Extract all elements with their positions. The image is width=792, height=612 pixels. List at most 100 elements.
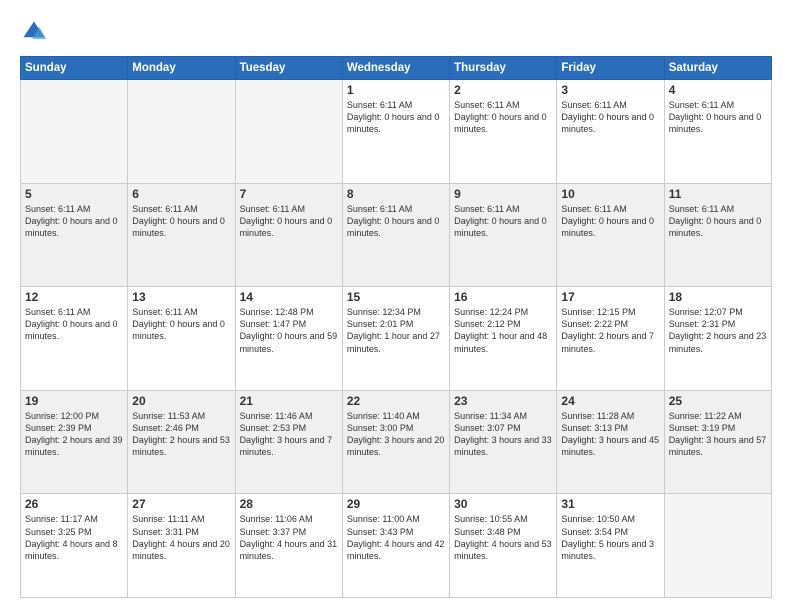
day-info: Sunset: 6:11 AM Daylight: 0 hours and 0 … (132, 306, 230, 342)
day-info: Sunrise: 11:40 AM Sunset: 3:00 PM Daylig… (347, 410, 445, 459)
day-info: Sunrise: 11:22 AM Sunset: 3:19 PM Daylig… (669, 410, 767, 459)
day-info: Sunrise: 11:06 AM Sunset: 3:37 PM Daylig… (240, 513, 338, 562)
day-number: 2 (454, 83, 552, 97)
day-number: 20 (132, 394, 230, 408)
day-info: Sunrise: 11:17 AM Sunset: 3:25 PM Daylig… (25, 513, 123, 562)
day-cell (128, 80, 235, 184)
day-cell: 10 Sunset: 6:11 AM Daylight: 0 hours and … (557, 183, 664, 287)
day-cell: 14 Sunrise: 12:48 PM Sunset: 1:47 PM Dayl… (235, 287, 342, 391)
day-cell: 22 Sunrise: 11:40 AM Sunset: 3:00 PM Dayl… (342, 390, 449, 494)
day-number: 18 (669, 290, 767, 304)
day-cell: 30 Sunrise: 10:55 AM Sunset: 3:48 PM Dayl… (450, 494, 557, 598)
day-info: Sunrise: 11:53 AM Sunset: 2:46 PM Daylig… (132, 410, 230, 459)
day-cell: 8 Sunset: 6:11 AM Daylight: 0 hours and 0… (342, 183, 449, 287)
day-info: Sunrise: 11:46 AM Sunset: 2:53 PM Daylig… (240, 410, 338, 459)
day-number: 27 (132, 497, 230, 511)
week-row-4: 19Sunrise: 12:00 PM Sunset: 2:39 PM Dayl… (21, 390, 772, 494)
day-info: Sunrise: 12:48 PM Sunset: 1:47 PM Daylig… (240, 306, 338, 355)
week-row-1: 1 Sunset: 6:11 AM Daylight: 0 hours and 0… (21, 80, 772, 184)
calendar-table: SundayMondayTuesdayWednesdayThursdayFrid… (20, 56, 772, 598)
day-number: 16 (454, 290, 552, 304)
day-number: 12 (25, 290, 123, 304)
day-cell: 26 Sunrise: 11:17 AM Sunset: 3:25 PM Dayl… (21, 494, 128, 598)
day-number: 21 (240, 394, 338, 408)
weekday-header-sunday: Sunday (21, 57, 128, 80)
day-info: Sunset: 6:11 AM Daylight: 0 hours and 0 … (561, 203, 659, 239)
day-number: 28 (240, 497, 338, 511)
logo-icon (20, 18, 48, 46)
day-cell (21, 80, 128, 184)
day-number: 8 (347, 187, 445, 201)
day-info: Sunrise: 10:55 AM Sunset: 3:48 PM Daylig… (454, 513, 552, 562)
day-number: 6 (132, 187, 230, 201)
day-info: Sunset: 6:11 AM Daylight: 0 hours and 0 … (454, 99, 552, 135)
day-cell (235, 80, 342, 184)
day-cell: 29 Sunrise: 11:00 AM Sunset: 3:43 PM Dayl… (342, 494, 449, 598)
day-cell: 21 Sunrise: 11:46 AM Sunset: 2:53 PM Dayl… (235, 390, 342, 494)
day-cell: 18 Sunrise: 12:07 PM Sunset: 2:31 PM Dayl… (664, 287, 771, 391)
day-cell: 5Sunset: 6:11 AM Daylight: 0 hours and 0… (21, 183, 128, 287)
day-cell: 15 Sunrise: 12:34 PM Sunset: 2:01 PM Dayl… (342, 287, 449, 391)
day-number: 22 (347, 394, 445, 408)
day-info: Sunset: 6:11 AM Daylight: 0 hours and 0 … (669, 99, 767, 135)
day-cell (664, 494, 771, 598)
day-info: Sunset: 6:11 AM Daylight: 0 hours and 0 … (240, 203, 338, 239)
day-number: 5 (25, 187, 123, 201)
day-info: Sunrise: 11:34 AM Sunset: 3:07 PM Daylig… (454, 410, 552, 459)
header (20, 18, 772, 46)
day-number: 13 (132, 290, 230, 304)
day-info: Sunrise: 12:24 PM Sunset: 2:12 PM Daylig… (454, 306, 552, 355)
day-cell: 9Sunset: 6:11 AM Daylight: 0 hours and 0… (450, 183, 557, 287)
weekday-header-wednesday: Wednesday (342, 57, 449, 80)
day-cell: 3 Sunset: 6:11 AM Daylight: 0 hours and 0… (557, 80, 664, 184)
day-cell: 20 Sunrise: 11:53 AM Sunset: 2:46 PM Dayl… (128, 390, 235, 494)
day-number: 15 (347, 290, 445, 304)
day-cell: 19Sunrise: 12:00 PM Sunset: 2:39 PM Dayl… (21, 390, 128, 494)
day-cell: 1 Sunset: 6:11 AM Daylight: 0 hours and 0… (342, 80, 449, 184)
day-cell: 13 Sunset: 6:11 AM Daylight: 0 hours and … (128, 287, 235, 391)
day-cell: 24Sunrise: 11:28 AM Sunset: 3:13 PM Dayl… (557, 390, 664, 494)
day-number: 1 (347, 83, 445, 97)
day-cell: 23 Sunrise: 11:34 AM Sunset: 3:07 PM Dayl… (450, 390, 557, 494)
day-number: 3 (561, 83, 659, 97)
day-info: Sunrise: 12:34 PM Sunset: 2:01 PM Daylig… (347, 306, 445, 355)
day-number: 29 (347, 497, 445, 511)
day-cell: 6 Sunset: 6:11 AM Daylight: 0 hours and 0… (128, 183, 235, 287)
day-number: 14 (240, 290, 338, 304)
day-number: 26 (25, 497, 123, 511)
day-cell: 27Sunrise: 11:11 AM Sunset: 3:31 PM Dayl… (128, 494, 235, 598)
day-cell: 17 Sunrise: 12:15 PM Sunset: 2:22 PM Dayl… (557, 287, 664, 391)
day-number: 30 (454, 497, 552, 511)
logo (20, 18, 52, 46)
day-number: 25 (669, 394, 767, 408)
weekday-header-row: SundayMondayTuesdayWednesdayThursdayFrid… (21, 57, 772, 80)
day-number: 10 (561, 187, 659, 201)
day-info: Sunset: 6:11 AM Daylight: 0 hours and 0 … (347, 203, 445, 239)
day-info: Sunset: 6:11 AM Daylight: 0 hours and 0 … (347, 99, 445, 135)
day-info: Sunset: 6:11 AM Daylight: 0 hours and 0 … (561, 99, 659, 135)
day-info: Sunrise: 11:00 AM Sunset: 3:43 PM Daylig… (347, 513, 445, 562)
day-info: Sunrise: 12:07 PM Sunset: 2:31 PM Daylig… (669, 306, 767, 355)
day-cell: 7Sunset: 6:11 AM Daylight: 0 hours and 0… (235, 183, 342, 287)
day-cell: 28 Sunrise: 11:06 AM Sunset: 3:37 PM Dayl… (235, 494, 342, 598)
day-number: 23 (454, 394, 552, 408)
day-cell: 31 Sunrise: 10:50 AM Sunset: 3:54 PM Dayl… (557, 494, 664, 598)
day-info: Sunrise: 10:50 AM Sunset: 3:54 PM Daylig… (561, 513, 659, 562)
day-cell: 16 Sunrise: 12:24 PM Sunset: 2:12 PM Dayl… (450, 287, 557, 391)
day-number: 4 (669, 83, 767, 97)
week-row-3: 12 Sunset: 6:11 AM Daylight: 0 hours and … (21, 287, 772, 391)
day-cell: 2 Sunset: 6:11 AM Daylight: 0 hours and 0… (450, 80, 557, 184)
day-number: 11 (669, 187, 767, 201)
day-info: Sunset: 6:11 AM Daylight: 0 hours and 0 … (669, 203, 767, 239)
day-number: 31 (561, 497, 659, 511)
day-number: 17 (561, 290, 659, 304)
day-cell: 4 Sunset: 6:11 AM Daylight: 0 hours and 0… (664, 80, 771, 184)
weekday-header-tuesday: Tuesday (235, 57, 342, 80)
day-info: Sunset: 6:11 AM Daylight: 0 hours and 0 … (132, 203, 230, 239)
day-number: 9 (454, 187, 552, 201)
day-info: Sunrise: 12:15 PM Sunset: 2:22 PM Daylig… (561, 306, 659, 355)
day-number: 19 (25, 394, 123, 408)
week-row-5: 26 Sunrise: 11:17 AM Sunset: 3:25 PM Dayl… (21, 494, 772, 598)
day-cell: 25 Sunrise: 11:22 AM Sunset: 3:19 PM Dayl… (664, 390, 771, 494)
weekday-header-monday: Monday (128, 57, 235, 80)
